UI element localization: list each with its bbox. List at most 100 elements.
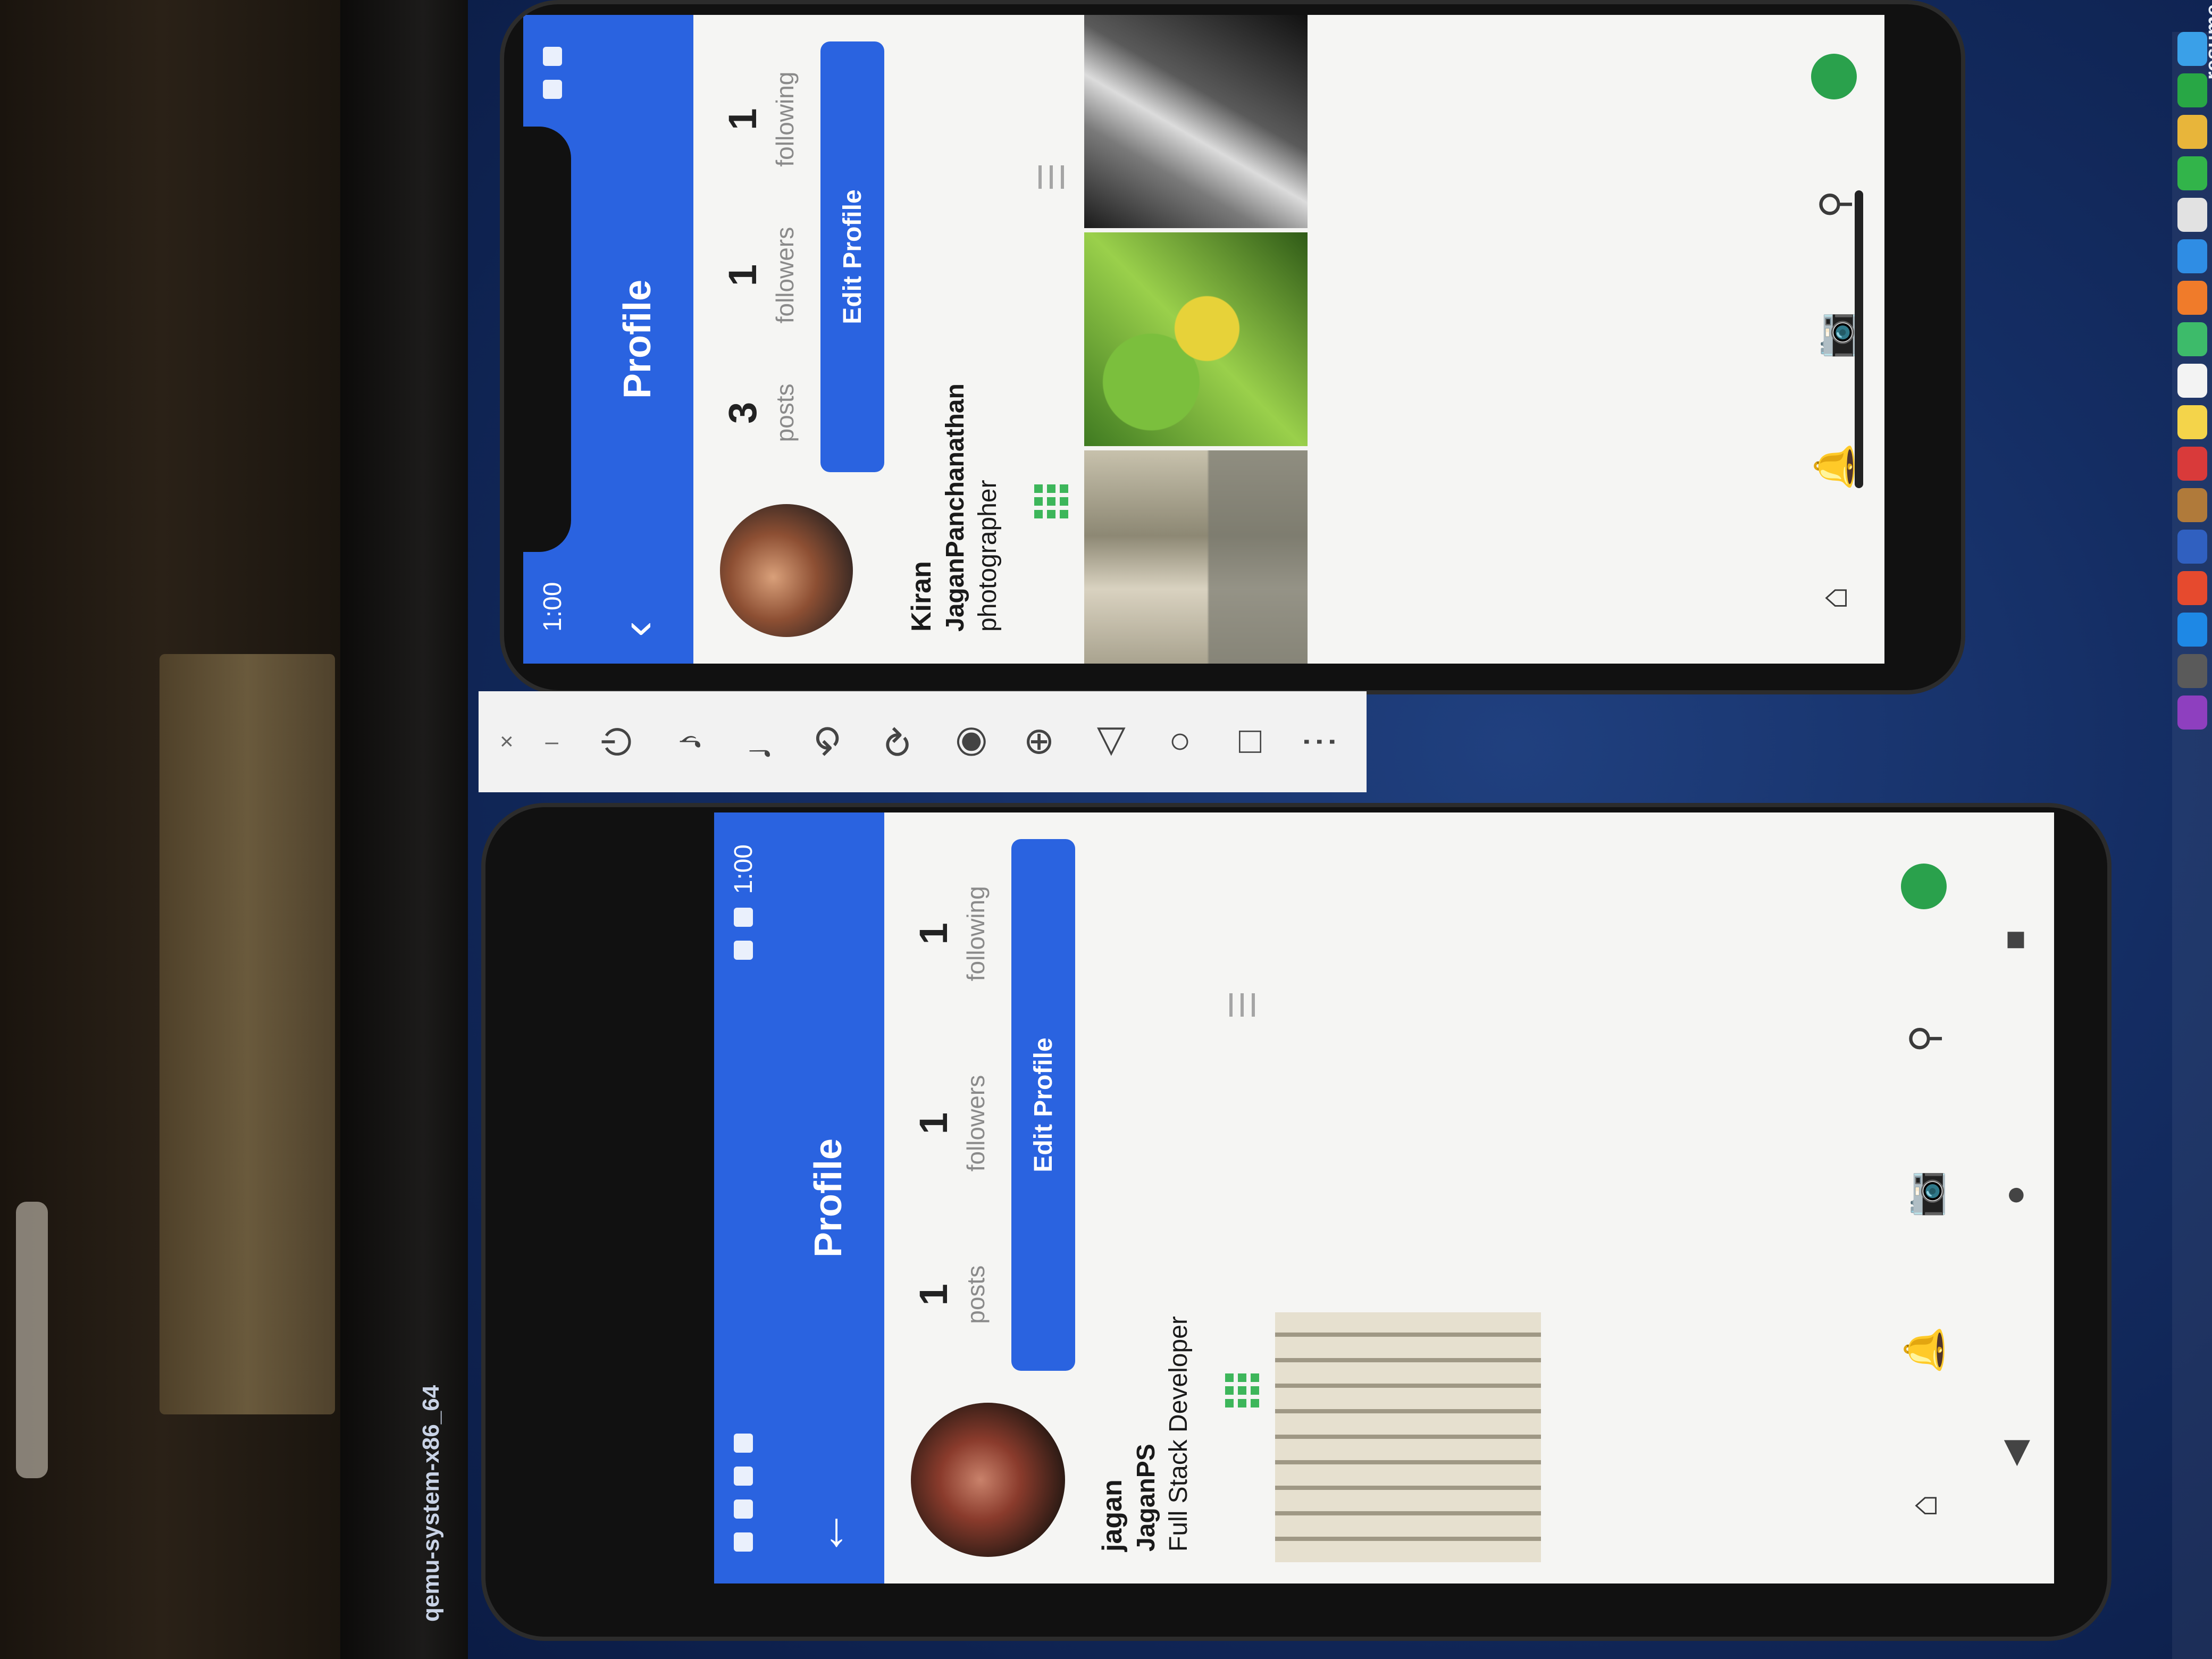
dock-app-icon[interactable]	[2177, 239, 2207, 273]
volume-up-icon[interactable]: ♪	[659, 715, 717, 769]
post-thumbnail[interactable]	[1084, 232, 1308, 446]
profile-username: JaganPanchanathan	[941, 383, 969, 632]
edit-profile-button[interactable]: Edit Profile	[820, 41, 884, 472]
dock-app-icon[interactable]	[2177, 571, 2207, 605]
notification-icon	[734, 1499, 753, 1519]
dock-app-icon[interactable]	[2177, 364, 2207, 398]
avatar[interactable]	[720, 504, 853, 637]
dock-app-icon[interactable]	[2177, 613, 2207, 647]
back-button[interactable]: ←	[801, 1493, 856, 1557]
stat-value: 3	[720, 401, 765, 424]
stat-value: 1	[911, 1284, 956, 1306]
stat-following[interactable]: 1 following	[911, 886, 990, 981]
host-dock	[2172, 32, 2212, 1659]
back-button[interactable]: ‹	[610, 573, 665, 637]
phone-screen: 1:00 ‹ Profile 3 posts 1 followers 1 fol…	[523, 15, 1884, 664]
system-back-icon[interactable]: ◀	[1995, 1440, 2034, 1466]
dock-app-icon[interactable]	[2177, 281, 2207, 315]
system-home-icon[interactable]: ●	[1995, 1185, 2034, 1205]
dock-app-icon[interactable]	[2177, 322, 2207, 356]
view-toggle	[1002, 15, 1084, 664]
profile-tab-icon[interactable]	[1811, 54, 1857, 100]
power-icon[interactable]: ⏻	[589, 715, 647, 769]
more-icon[interactable]: ⋮	[1289, 715, 1347, 769]
app-bar: ← Profile	[773, 812, 884, 1583]
grid-view-icon[interactable]	[1225, 1373, 1259, 1408]
stat-label: followers	[962, 1075, 990, 1172]
profile-stats-column: 3 posts 1 followers 1 following Edit Pro…	[720, 41, 884, 472]
system-nav-bar: ◀ ● ■	[1974, 812, 2054, 1583]
list-view-icon[interactable]	[1034, 160, 1068, 194]
profile-stats: 3 posts 1 followers 1 following	[720, 41, 799, 472]
home-indicator[interactable]	[1855, 190, 1863, 488]
dock-app-icon[interactable]	[2177, 156, 2207, 190]
minimize-icon[interactable]: –	[545, 728, 574, 755]
stat-followers[interactable]: 1 followers	[911, 1075, 990, 1172]
zoom-icon[interactable]: ⊕	[1009, 715, 1067, 769]
screenshot-camera-icon[interactable]: ◉	[939, 715, 998, 769]
stat-label: following	[962, 886, 990, 982]
back-icon[interactable]: ◁	[1079, 715, 1137, 769]
close-icon[interactable]: ×	[500, 728, 529, 755]
camera-icon[interactable]: 📷	[1807, 309, 1861, 362]
emulator-phone-jagan: 1:00 ← Profile 1 posts 1 followers 1 fol…	[481, 803, 2112, 1641]
emulator-phone-kiran: 1:00 ‹ Profile 3 posts 1 followers 1 fol…	[500, 0, 1965, 694]
status-icons	[543, 47, 562, 99]
profile-header: 3 posts 1 followers 1 following Edit Pro…	[693, 15, 884, 664]
post-thumbnail[interactable]	[1084, 15, 1308, 229]
stat-followers[interactable]: 1 followers	[720, 227, 799, 324]
stat-following[interactable]: 1 following	[720, 72, 799, 167]
photo-grid	[1275, 812, 1541, 1583]
avatar[interactable]	[911, 1403, 1065, 1557]
dock-app-icon[interactable]	[2177, 696, 2207, 730]
notifications-icon[interactable]: 🔔	[1807, 440, 1861, 493]
home-icon[interactable]: ⌂	[1807, 572, 1861, 625]
home-icon[interactable]: ○	[1149, 715, 1208, 769]
profile-name: Kiran	[906, 561, 937, 632]
post-thumbnail[interactable]	[1084, 450, 1308, 664]
search-icon[interactable]: ⚲	[1897, 1012, 1950, 1065]
edit-profile-button[interactable]: Edit Profile	[1011, 839, 1075, 1371]
home-icon[interactable]: ⌂	[1897, 1479, 1950, 1532]
dock-app-icon[interactable]	[2177, 405, 2207, 439]
camera-icon[interactable]: 📷	[1897, 1168, 1950, 1221]
dock-app-icon[interactable]	[2177, 488, 2207, 522]
profile-header: 1 posts 1 followers 1 following Edit Pro…	[884, 812, 1075, 1583]
stat-value: 1	[911, 1112, 956, 1135]
notification-icon	[734, 1467, 753, 1486]
bottom-nav: ⌂ 🔔 📷 ⚲	[1873, 812, 1974, 1583]
dock-app-icon[interactable]	[2177, 32, 2207, 66]
search-icon[interactable]: ⚲	[1807, 178, 1861, 231]
volume-down-icon[interactable]: ♩	[728, 715, 787, 769]
stat-label: following	[771, 71, 799, 167]
notifications-icon[interactable]: 🔔	[1897, 1323, 1950, 1377]
stat-posts[interactable]: 1 posts	[911, 1266, 990, 1324]
dock-app-icon[interactable]	[2177, 447, 2207, 481]
system-recents-icon[interactable]: ■	[1995, 930, 2034, 951]
dock-app-icon[interactable]	[2177, 198, 2207, 232]
notification-icons	[734, 1434, 753, 1552]
post-thumbnail[interactable]	[1275, 1312, 1541, 1562]
dock-app-icon[interactable]	[2177, 115, 2207, 149]
desk-object	[160, 654, 335, 1414]
host-window-title: qemu-system-x86_64	[418, 1385, 444, 1622]
list-view-icon[interactable]	[1225, 988, 1259, 1023]
phone-screen: 1:00 ← Profile 1 posts 1 followers 1 fol…	[714, 812, 2054, 1583]
notification-icon	[734, 1532, 753, 1552]
stat-label: posts	[962, 1265, 990, 1324]
dock-app-icon[interactable]	[2177, 654, 2207, 688]
grid-view-icon[interactable]	[1034, 484, 1068, 518]
monitor-bezel	[340, 0, 479, 1659]
overview-icon[interactable]: □	[1219, 715, 1277, 769]
stat-value: 1	[720, 264, 765, 287]
profile-tab-icon[interactable]	[1901, 864, 1947, 910]
profile-name: jagan	[1097, 1479, 1128, 1552]
stat-posts[interactable]: 3 posts	[720, 383, 799, 442]
stat-value: 1	[720, 108, 765, 130]
profile-bio: Kiran JaganPanchanathan photographer	[884, 15, 1002, 664]
profile-description: photographer	[974, 480, 1002, 632]
rotate-left-icon[interactable]: ⟲	[799, 715, 857, 769]
rotate-right-icon[interactable]: ⟳	[869, 715, 927, 769]
dock-app-icon[interactable]	[2177, 530, 2207, 564]
dock-app-icon[interactable]	[2177, 73, 2207, 107]
